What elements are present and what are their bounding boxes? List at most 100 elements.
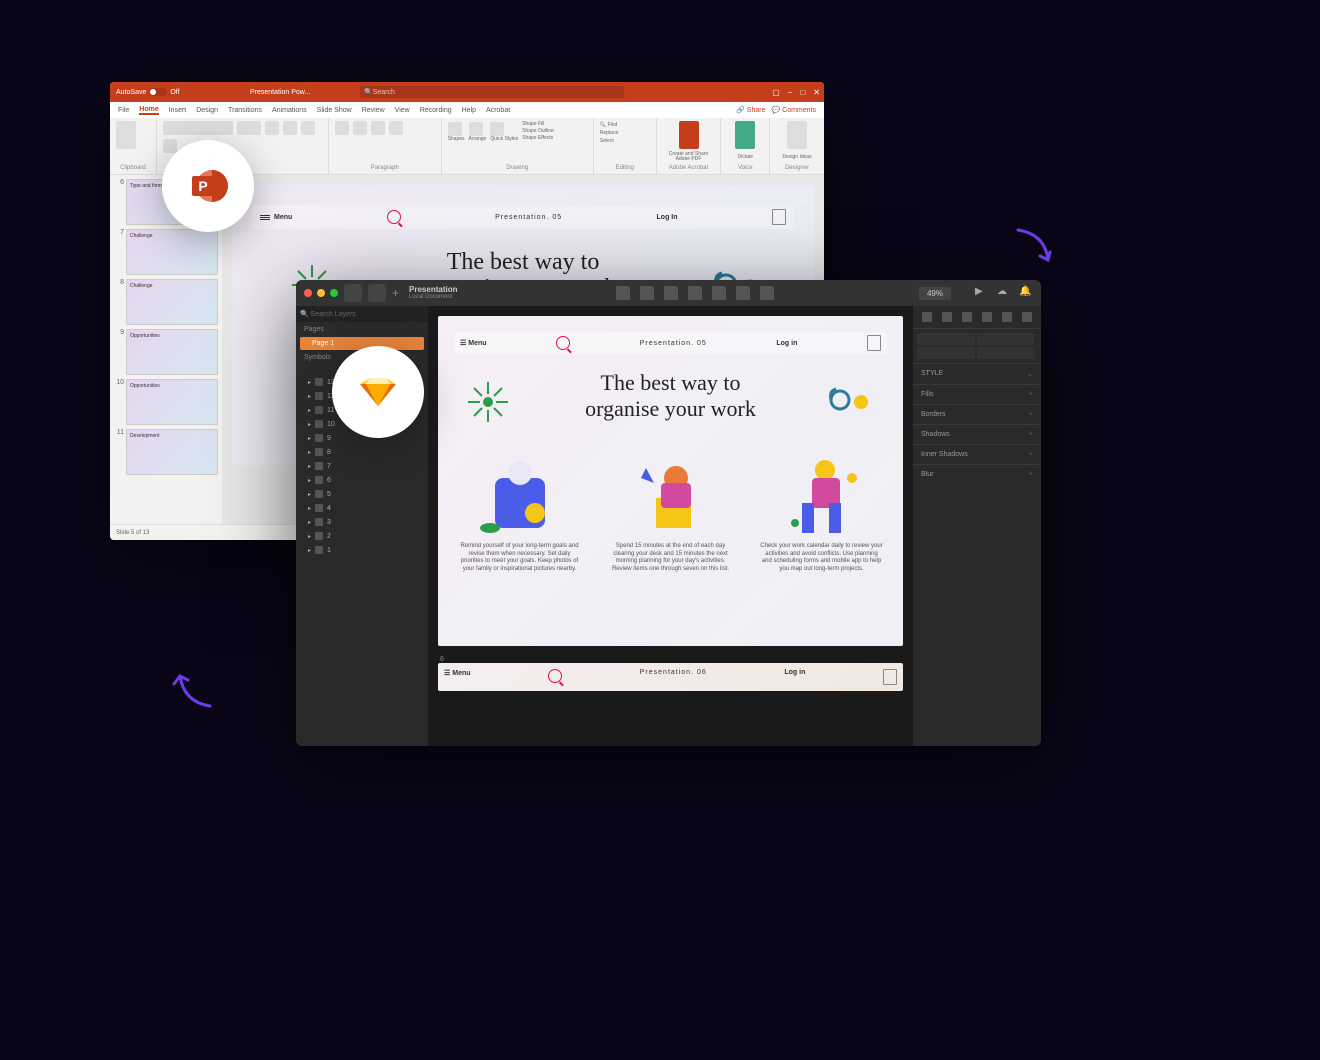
notifications-icon[interactable]: 🔔 [1019,286,1033,300]
tab-help[interactable]: Help [462,107,476,114]
thumbnail[interactable]: 10Opportunities [114,379,218,425]
minimize-icon[interactable]: − [788,88,793,97]
close-icon[interactable]: ✕ [813,88,820,97]
login-link[interactable]: Log in [784,669,805,685]
adobe-pdf-button[interactable] [679,121,699,149]
tab-slideshow[interactable]: Slide Show [317,107,352,114]
document-title[interactable]: Presentation Local Document [409,286,457,300]
bold-button[interactable] [265,121,279,135]
layer-item[interactable]: 1 [296,543,428,557]
align-left-icon[interactable] [922,312,932,322]
font-color-button[interactable] [163,139,177,153]
play-icon[interactable]: ▶ [975,286,989,300]
search-icon[interactable] [548,669,562,683]
tab-transitions[interactable]: Transitions [228,107,262,114]
layer-item[interactable]: 6 [296,473,428,487]
search-icon[interactable] [387,210,401,224]
comments-button[interactable]: 💬 Comments [771,106,816,114]
close-button[interactable] [304,289,312,297]
align-bottom-icon[interactable] [1022,312,1032,322]
font-size-dropdown[interactable] [237,121,261,135]
artboard-menu[interactable]: ☰ Menu [460,339,487,347]
tab-recording[interactable]: Recording [420,107,452,114]
layer-item[interactable]: 5 [296,487,428,501]
shape-outline-button[interactable]: Shape Outline [522,128,554,135]
align-top-icon[interactable] [982,312,992,322]
dictate-button[interactable] [735,121,755,149]
bullets-button[interactable] [335,121,349,135]
thumbnail[interactable]: 11Development [114,429,218,475]
shapes-tool[interactable] [344,284,362,302]
tab-review[interactable]: Review [362,107,385,114]
tool-icon[interactable] [736,286,750,300]
tab-view[interactable]: View [395,107,410,114]
fills-section[interactable]: Fills+ [913,384,1041,404]
underline-button[interactable] [301,121,315,135]
tool-icon[interactable] [664,286,678,300]
h-input[interactable] [977,347,1035,359]
thumbnail[interactable]: 9Opportunities [114,329,218,375]
add-button[interactable]: + [392,286,399,300]
align-right-icon[interactable] [962,312,972,322]
borders-section[interactable]: Borders+ [913,404,1041,424]
style-section[interactable]: STYLE⌄ [913,363,1041,384]
replace-button[interactable]: Replace [600,129,650,137]
artboard[interactable]: ☰ Menu Presentation. 05 Log in The best … [438,316,903,646]
maximize-icon[interactable]: □ [800,88,805,97]
x-input[interactable] [917,333,975,345]
document-icon[interactable] [883,669,897,685]
login-link[interactable]: Log In [657,214,678,221]
slide-menu-button[interactable]: Menu [260,214,292,221]
minimize-button[interactable] [317,289,325,297]
document-icon[interactable] [772,209,786,225]
document-name[interactable]: Presentation Pow... [250,89,310,96]
font-family-dropdown[interactable] [163,121,233,135]
italic-button[interactable] [283,121,297,135]
share-button[interactable]: 🔗 Share [736,106,765,114]
search-icon[interactable] [556,336,570,350]
artboard-menu[interactable]: ☰ Menu [444,669,471,685]
align-center-icon[interactable] [942,312,952,322]
tool-icon[interactable] [712,286,726,300]
layer-search[interactable]: 🔍 Search Layers [296,306,428,322]
quick-styles-button[interactable] [490,122,504,136]
tab-insert[interactable]: Insert [169,107,187,114]
tool-icon[interactable] [616,286,630,300]
layer-item[interactable]: 8 [296,445,428,459]
ribbon-options-icon[interactable]: ▢ [772,88,780,97]
tab-file[interactable]: File [118,107,129,114]
maximize-button[interactable] [330,289,338,297]
document-icon[interactable] [867,335,881,351]
inner-shadows-section[interactable]: Inner Shadows+ [913,444,1041,464]
thumbnail[interactable]: 8Challenge [114,279,218,325]
shadows-section[interactable]: Shadows+ [913,424,1041,444]
layer-item[interactable]: 2 [296,529,428,543]
shape-effects-button[interactable]: Shape Effects [522,135,554,142]
numbering-button[interactable] [353,121,367,135]
w-input[interactable] [917,347,975,359]
tab-home[interactable]: Home [139,106,158,115]
layer-item[interactable]: 7 [296,459,428,473]
arrange-button[interactable] [469,122,483,136]
tool-icon[interactable] [640,286,654,300]
tab-acrobat[interactable]: Acrobat [486,107,510,114]
tab-animations[interactable]: Animations [272,107,307,114]
shapes-button[interactable] [448,122,462,136]
select-button[interactable]: Select [600,137,650,145]
layer-item[interactable]: 3 [296,515,428,529]
autosave-toggle[interactable]: AutoSave Off [116,88,180,96]
search-box[interactable]: 🔍 Search [360,86,624,98]
sketch-canvas[interactable]: ☰ Menu Presentation. 05 Log in The best … [428,306,913,746]
thumbnail[interactable]: 7Challenge [114,229,218,275]
tool-icon[interactable] [760,286,774,300]
login-link[interactable]: Log in [776,340,797,347]
design-ideas-button[interactable] [787,121,807,149]
layer-item[interactable]: 4 [296,501,428,515]
pages-section[interactable]: Pages [296,322,428,337]
align-center-button[interactable] [389,121,403,135]
grid-tool[interactable] [368,284,386,302]
artboard-2[interactable]: ☰ Menu Presentation. 06 Log in [438,663,903,691]
tab-design[interactable]: Design [196,107,218,114]
align-left-button[interactable] [371,121,385,135]
tool-icon[interactable] [688,286,702,300]
